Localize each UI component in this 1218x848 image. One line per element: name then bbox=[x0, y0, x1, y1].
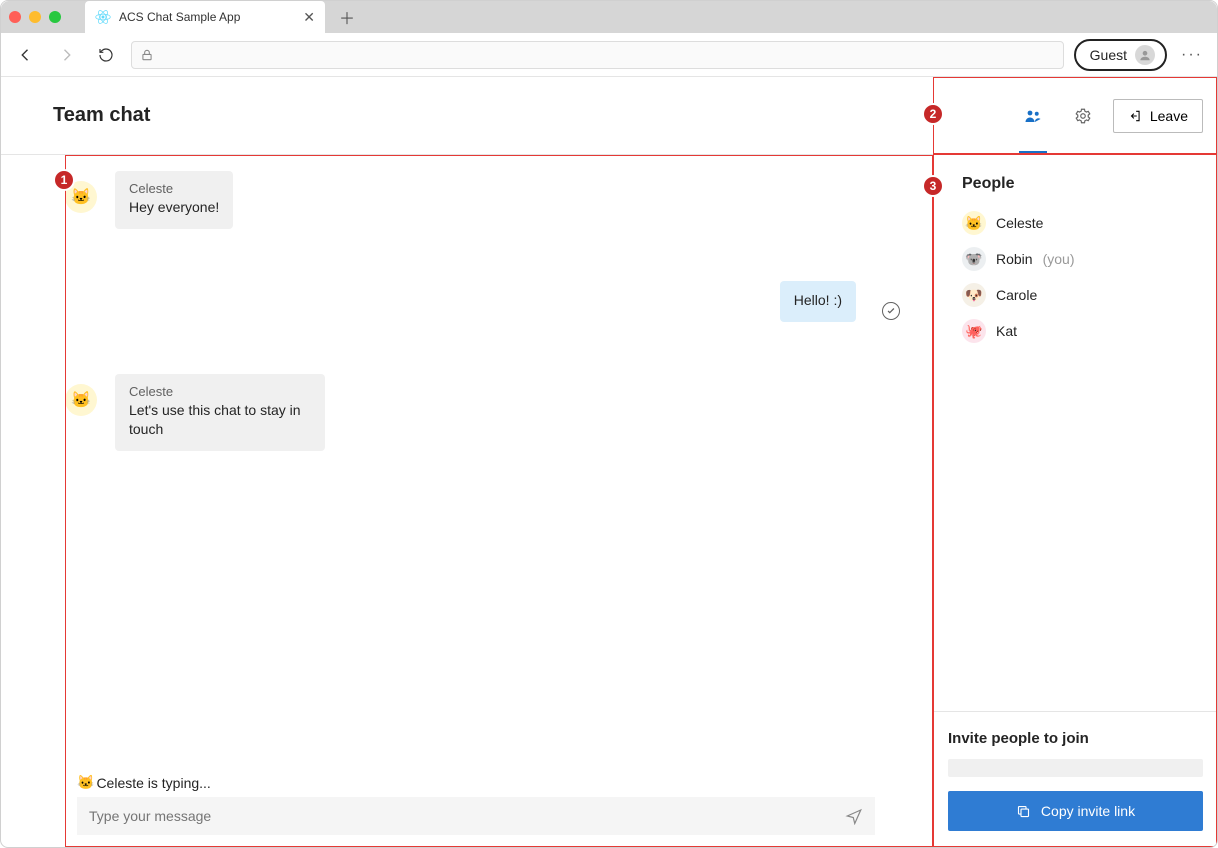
message-list: 🐱 Celeste Hey everyone! Hello! :) 🐱 Celeste Le… bbox=[65, 171, 900, 451]
message-author: Celeste bbox=[129, 181, 219, 196]
message-text: Hey everyone! bbox=[129, 198, 219, 217]
guest-avatar-icon bbox=[1135, 45, 1155, 65]
leave-button[interactable]: Leave bbox=[1113, 99, 1203, 133]
message-text: Let's use this chat to stay in touch bbox=[129, 401, 311, 439]
browser-tabbar: ACS Chat Sample App ✕ ＋ bbox=[1, 1, 1217, 33]
copy-invite-button[interactable]: Copy invite link bbox=[948, 791, 1203, 831]
forward-button[interactable] bbox=[51, 40, 81, 70]
person-row: 🐶 Carole bbox=[962, 283, 1203, 307]
close-window-icon[interactable] bbox=[9, 11, 21, 23]
invite-section: Invite people to join Copy invite link bbox=[934, 711, 1217, 847]
people-title: People bbox=[962, 175, 1203, 193]
invite-link-field[interactable] bbox=[948, 759, 1203, 777]
callout-badge-3: 3 bbox=[922, 175, 944, 197]
you-tag: (you) bbox=[1043, 251, 1075, 267]
message-bubble: Celeste Hey everyone! bbox=[115, 171, 233, 229]
person-name: Robin bbox=[996, 251, 1033, 267]
typing-text: Celeste is typing... bbox=[96, 775, 210, 791]
leave-icon bbox=[1128, 109, 1142, 123]
people-tab-button[interactable] bbox=[1013, 98, 1053, 134]
message-author: Celeste bbox=[129, 384, 311, 399]
profile-pill[interactable]: Guest bbox=[1074, 39, 1167, 71]
typing-avatar-icon: 🐱 bbox=[77, 774, 94, 791]
people-icon bbox=[1024, 107, 1042, 125]
invite-title: Invite people to join bbox=[948, 730, 1203, 747]
copy-icon bbox=[1016, 804, 1031, 819]
page-title: Team chat bbox=[53, 104, 150, 127]
minimize-window-icon[interactable] bbox=[29, 11, 41, 23]
window-controls bbox=[9, 11, 61, 23]
person-avatar-icon: 🐙 bbox=[962, 319, 986, 343]
chat-header: Team chat bbox=[1, 77, 933, 155]
delivery-status-icon bbox=[882, 302, 900, 320]
browser-menu-button[interactable]: ··· bbox=[1177, 46, 1207, 64]
person-avatar-icon: 🐱 bbox=[962, 211, 986, 235]
message-row: 🐱CelesteHey everyone! bbox=[65, 171, 900, 229]
new-tab-button[interactable]: ＋ bbox=[333, 3, 361, 31]
leave-label: Leave bbox=[1150, 108, 1188, 124]
copy-invite-label: Copy invite link bbox=[1041, 803, 1135, 819]
person-row: 🐨 Robin (you) bbox=[962, 247, 1203, 271]
back-button[interactable] bbox=[11, 40, 41, 70]
callout-badge-2: 2 bbox=[922, 103, 944, 125]
person-row: 🐙 Kat bbox=[962, 319, 1203, 343]
person-name: Kat bbox=[996, 323, 1017, 339]
send-button[interactable] bbox=[845, 807, 863, 825]
close-tab-icon[interactable]: ✕ bbox=[303, 9, 315, 26]
compose-box bbox=[77, 797, 875, 835]
settings-tab-button[interactable] bbox=[1063, 98, 1103, 134]
gear-icon bbox=[1074, 107, 1092, 125]
profile-label: Guest bbox=[1090, 47, 1127, 63]
message-input[interactable] bbox=[89, 808, 845, 824]
message-bubble: Celeste Let's use this chat to stay in to… bbox=[115, 374, 325, 451]
browser-tab[interactable]: ACS Chat Sample App ✕ bbox=[85, 1, 325, 33]
message-row: Hello! :) bbox=[65, 281, 900, 322]
person-avatar-icon: 🐨 bbox=[962, 247, 986, 271]
message-row: 🐱 Celeste Let's use this chat to stay in t… bbox=[65, 374, 900, 451]
typing-indicator: 🐱 Celeste is typing... bbox=[77, 774, 875, 791]
message-bubble: Hello! :) bbox=[780, 281, 856, 322]
browser-toolbar: Guest ··· bbox=[1, 33, 1217, 77]
address-bar[interactable] bbox=[131, 41, 1064, 69]
message-text: Hello! :) bbox=[794, 291, 842, 310]
person-avatar-icon: 🐶 bbox=[962, 283, 986, 307]
react-favicon-icon bbox=[95, 9, 111, 25]
people-list: 🐱 Celeste 🐨 Robin (you) 🐶 Carole 🐙 Kat bbox=[962, 211, 1203, 343]
person-name: Carole bbox=[996, 287, 1037, 303]
tab-title: ACS Chat Sample App bbox=[119, 10, 240, 24]
message-avatar-icon: 🐱 bbox=[65, 384, 97, 416]
person-name: Celeste bbox=[996, 215, 1043, 231]
send-icon bbox=[845, 807, 863, 825]
lock-icon bbox=[140, 48, 154, 62]
refresh-button[interactable] bbox=[91, 40, 121, 70]
person-row: 🐱 Celeste bbox=[962, 211, 1203, 235]
maximize-window-icon[interactable] bbox=[49, 11, 61, 23]
callout-badge-1: 1 bbox=[53, 169, 75, 191]
